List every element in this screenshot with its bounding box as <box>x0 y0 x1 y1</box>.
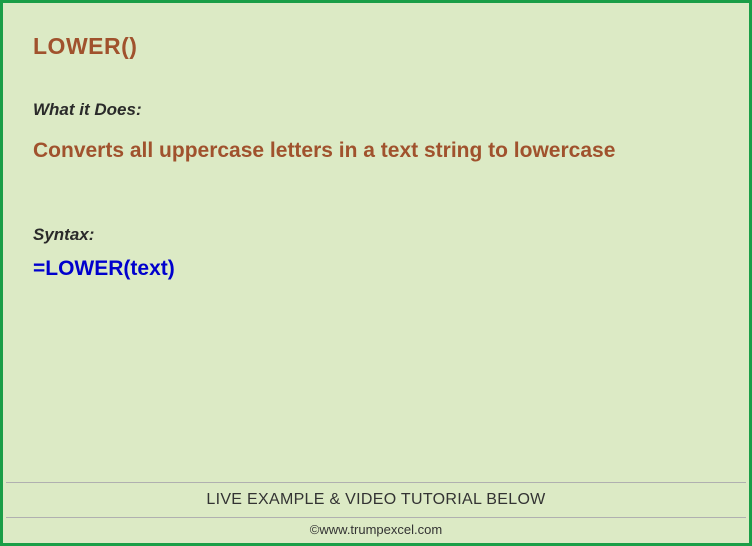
function-description: Converts all uppercase letters in a text… <box>33 132 719 170</box>
footer: LIVE EXAMPLE & VIDEO TUTORIAL BELOW ©www… <box>6 482 746 543</box>
function-title: LOWER() <box>33 33 719 60</box>
syntax-label: Syntax: <box>33 225 719 245</box>
footer-copyright: ©www.trumpexcel.com <box>6 517 746 543</box>
footer-tutorial-text: LIVE EXAMPLE & VIDEO TUTORIAL BELOW <box>6 482 746 517</box>
what-it-does-label: What it Does: <box>33 100 719 120</box>
document-container: LOWER() What it Does: Converts all upper… <box>0 0 752 546</box>
syntax-formula: =LOWER(text) <box>33 257 719 281</box>
content-area: LOWER() What it Does: Converts all upper… <box>3 3 749 281</box>
